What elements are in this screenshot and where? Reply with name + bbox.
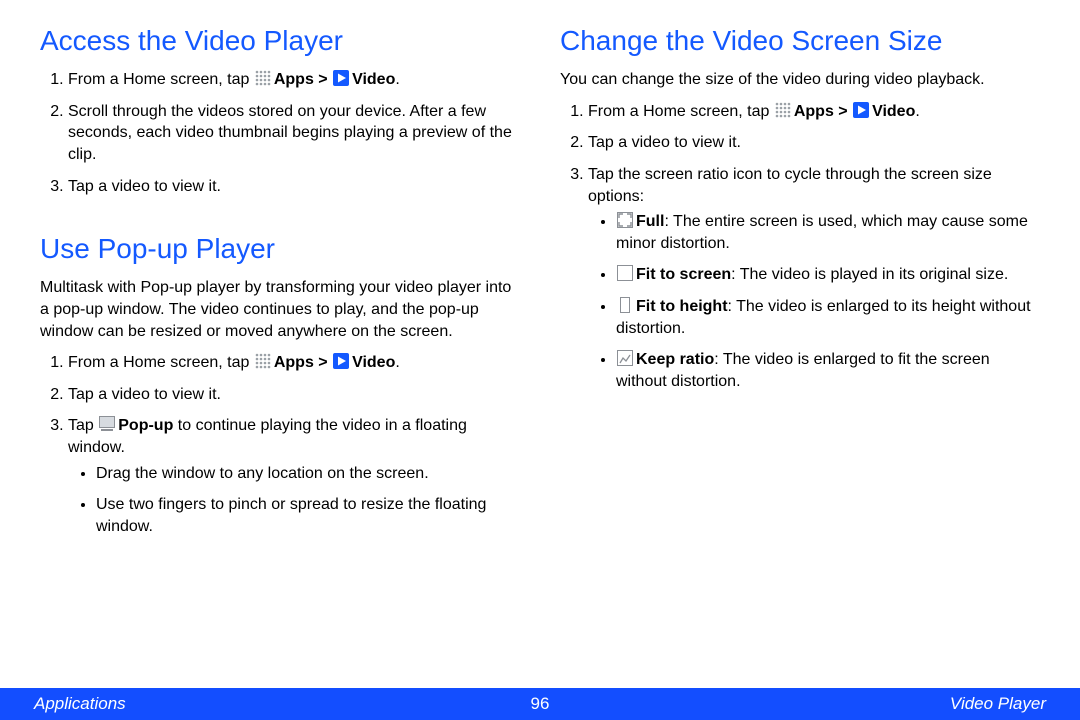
- page-number: 96: [531, 694, 550, 714]
- left-column: Access the Video Player From a Home scre…: [40, 25, 520, 555]
- keep-ratio-label: Keep ratio: [636, 351, 714, 368]
- option-text: : The video is played in its original si…: [731, 266, 1008, 283]
- full-ratio-icon: [617, 212, 633, 228]
- apps-label: Apps >: [274, 71, 332, 88]
- page-footer: Applications 96 Video Player: [0, 688, 1080, 720]
- list-item: Tap Pop-up to continue playing the video…: [68, 415, 520, 537]
- screen-size-intro: You can change the size of the video dur…: [560, 69, 1040, 91]
- step-text: From a Home screen, tap: [68, 71, 254, 88]
- video-play-icon: [333, 353, 349, 369]
- list-item: Fit to screen: The video is played in it…: [616, 264, 1040, 286]
- footer-section-right: Video Player: [950, 694, 1046, 714]
- list-item: Tap a video to view it.: [68, 384, 520, 406]
- video-label: Video: [352, 71, 395, 88]
- apps-grid-icon: [255, 70, 271, 86]
- two-column-layout: Access the Video Player From a Home scre…: [0, 0, 1080, 555]
- list-item: From a Home screen, tap Apps > Video.: [588, 101, 1040, 123]
- manual-page: Access the Video Player From a Home scre…: [0, 0, 1080, 720]
- access-steps: From a Home screen, tap Apps > Video. Sc…: [40, 69, 520, 197]
- list-item: Scroll through the videos stored on your…: [68, 101, 520, 166]
- list-item: Keep ratio: The video is enlarged to fit…: [616, 349, 1040, 392]
- list-item: Tap a video to view it.: [68, 176, 520, 198]
- option-text: : The entire screen is used, which may c…: [616, 213, 1028, 252]
- apps-label: Apps >: [274, 354, 332, 371]
- right-column: Change the Video Screen Size You can cha…: [560, 25, 1040, 555]
- step-text: From a Home screen, tap: [588, 103, 774, 120]
- video-play-icon: [333, 70, 349, 86]
- popup-window-icon: [99, 416, 115, 432]
- heading-access-video-player: Access the Video Player: [40, 25, 520, 57]
- period: .: [915, 103, 919, 120]
- ratio-options: Full: The entire screen is used, which m…: [588, 211, 1040, 392]
- popup-intro: Multitask with Pop-up player by transfor…: [40, 277, 520, 342]
- heading-popup-player: Use Pop-up Player: [40, 233, 520, 265]
- list-item: Drag the window to any location on the s…: [96, 463, 520, 485]
- period: .: [395, 71, 399, 88]
- footer-section-left: Applications: [34, 694, 126, 714]
- list-item: From a Home screen, tap Apps > Video.: [68, 352, 520, 374]
- apps-label: Apps >: [794, 103, 852, 120]
- heading-change-screen-size: Change the Video Screen Size: [560, 25, 1040, 57]
- popup-steps: From a Home screen, tap Apps > Video. Ta…: [40, 352, 520, 537]
- fit-screen-ratio-icon: [617, 265, 633, 281]
- popup-substeps: Drag the window to any location on the s…: [68, 463, 520, 538]
- step-text: Tap the screen ratio icon to cycle throu…: [588, 166, 992, 205]
- fit-height-label: Fit to height: [636, 298, 728, 315]
- fit-screen-label: Fit to screen: [636, 266, 731, 283]
- video-label: Video: [352, 354, 395, 371]
- list-item: Full: The entire screen is used, which m…: [616, 211, 1040, 254]
- list-item: Tap a video to view it.: [588, 132, 1040, 154]
- step-text: Tap: [68, 417, 98, 434]
- list-item: Fit to height: The video is enlarged to …: [616, 296, 1040, 339]
- apps-grid-icon: [775, 102, 791, 118]
- fit-height-ratio-icon: [617, 297, 633, 313]
- list-item: Use two fingers to pinch or spread to re…: [96, 494, 520, 537]
- full-label: Full: [636, 213, 664, 230]
- step-text: From a Home screen, tap: [68, 354, 254, 371]
- list-item: Tap the screen ratio icon to cycle throu…: [588, 164, 1040, 392]
- video-play-icon: [853, 102, 869, 118]
- period: .: [395, 354, 399, 371]
- video-label: Video: [872, 103, 915, 120]
- apps-grid-icon: [255, 353, 271, 369]
- keep-ratio-icon: [617, 350, 633, 366]
- screen-size-steps: From a Home screen, tap Apps > Video. Ta…: [560, 101, 1040, 393]
- popup-label: Pop-up: [118, 417, 173, 434]
- list-item: From a Home screen, tap Apps > Video.: [68, 69, 520, 91]
